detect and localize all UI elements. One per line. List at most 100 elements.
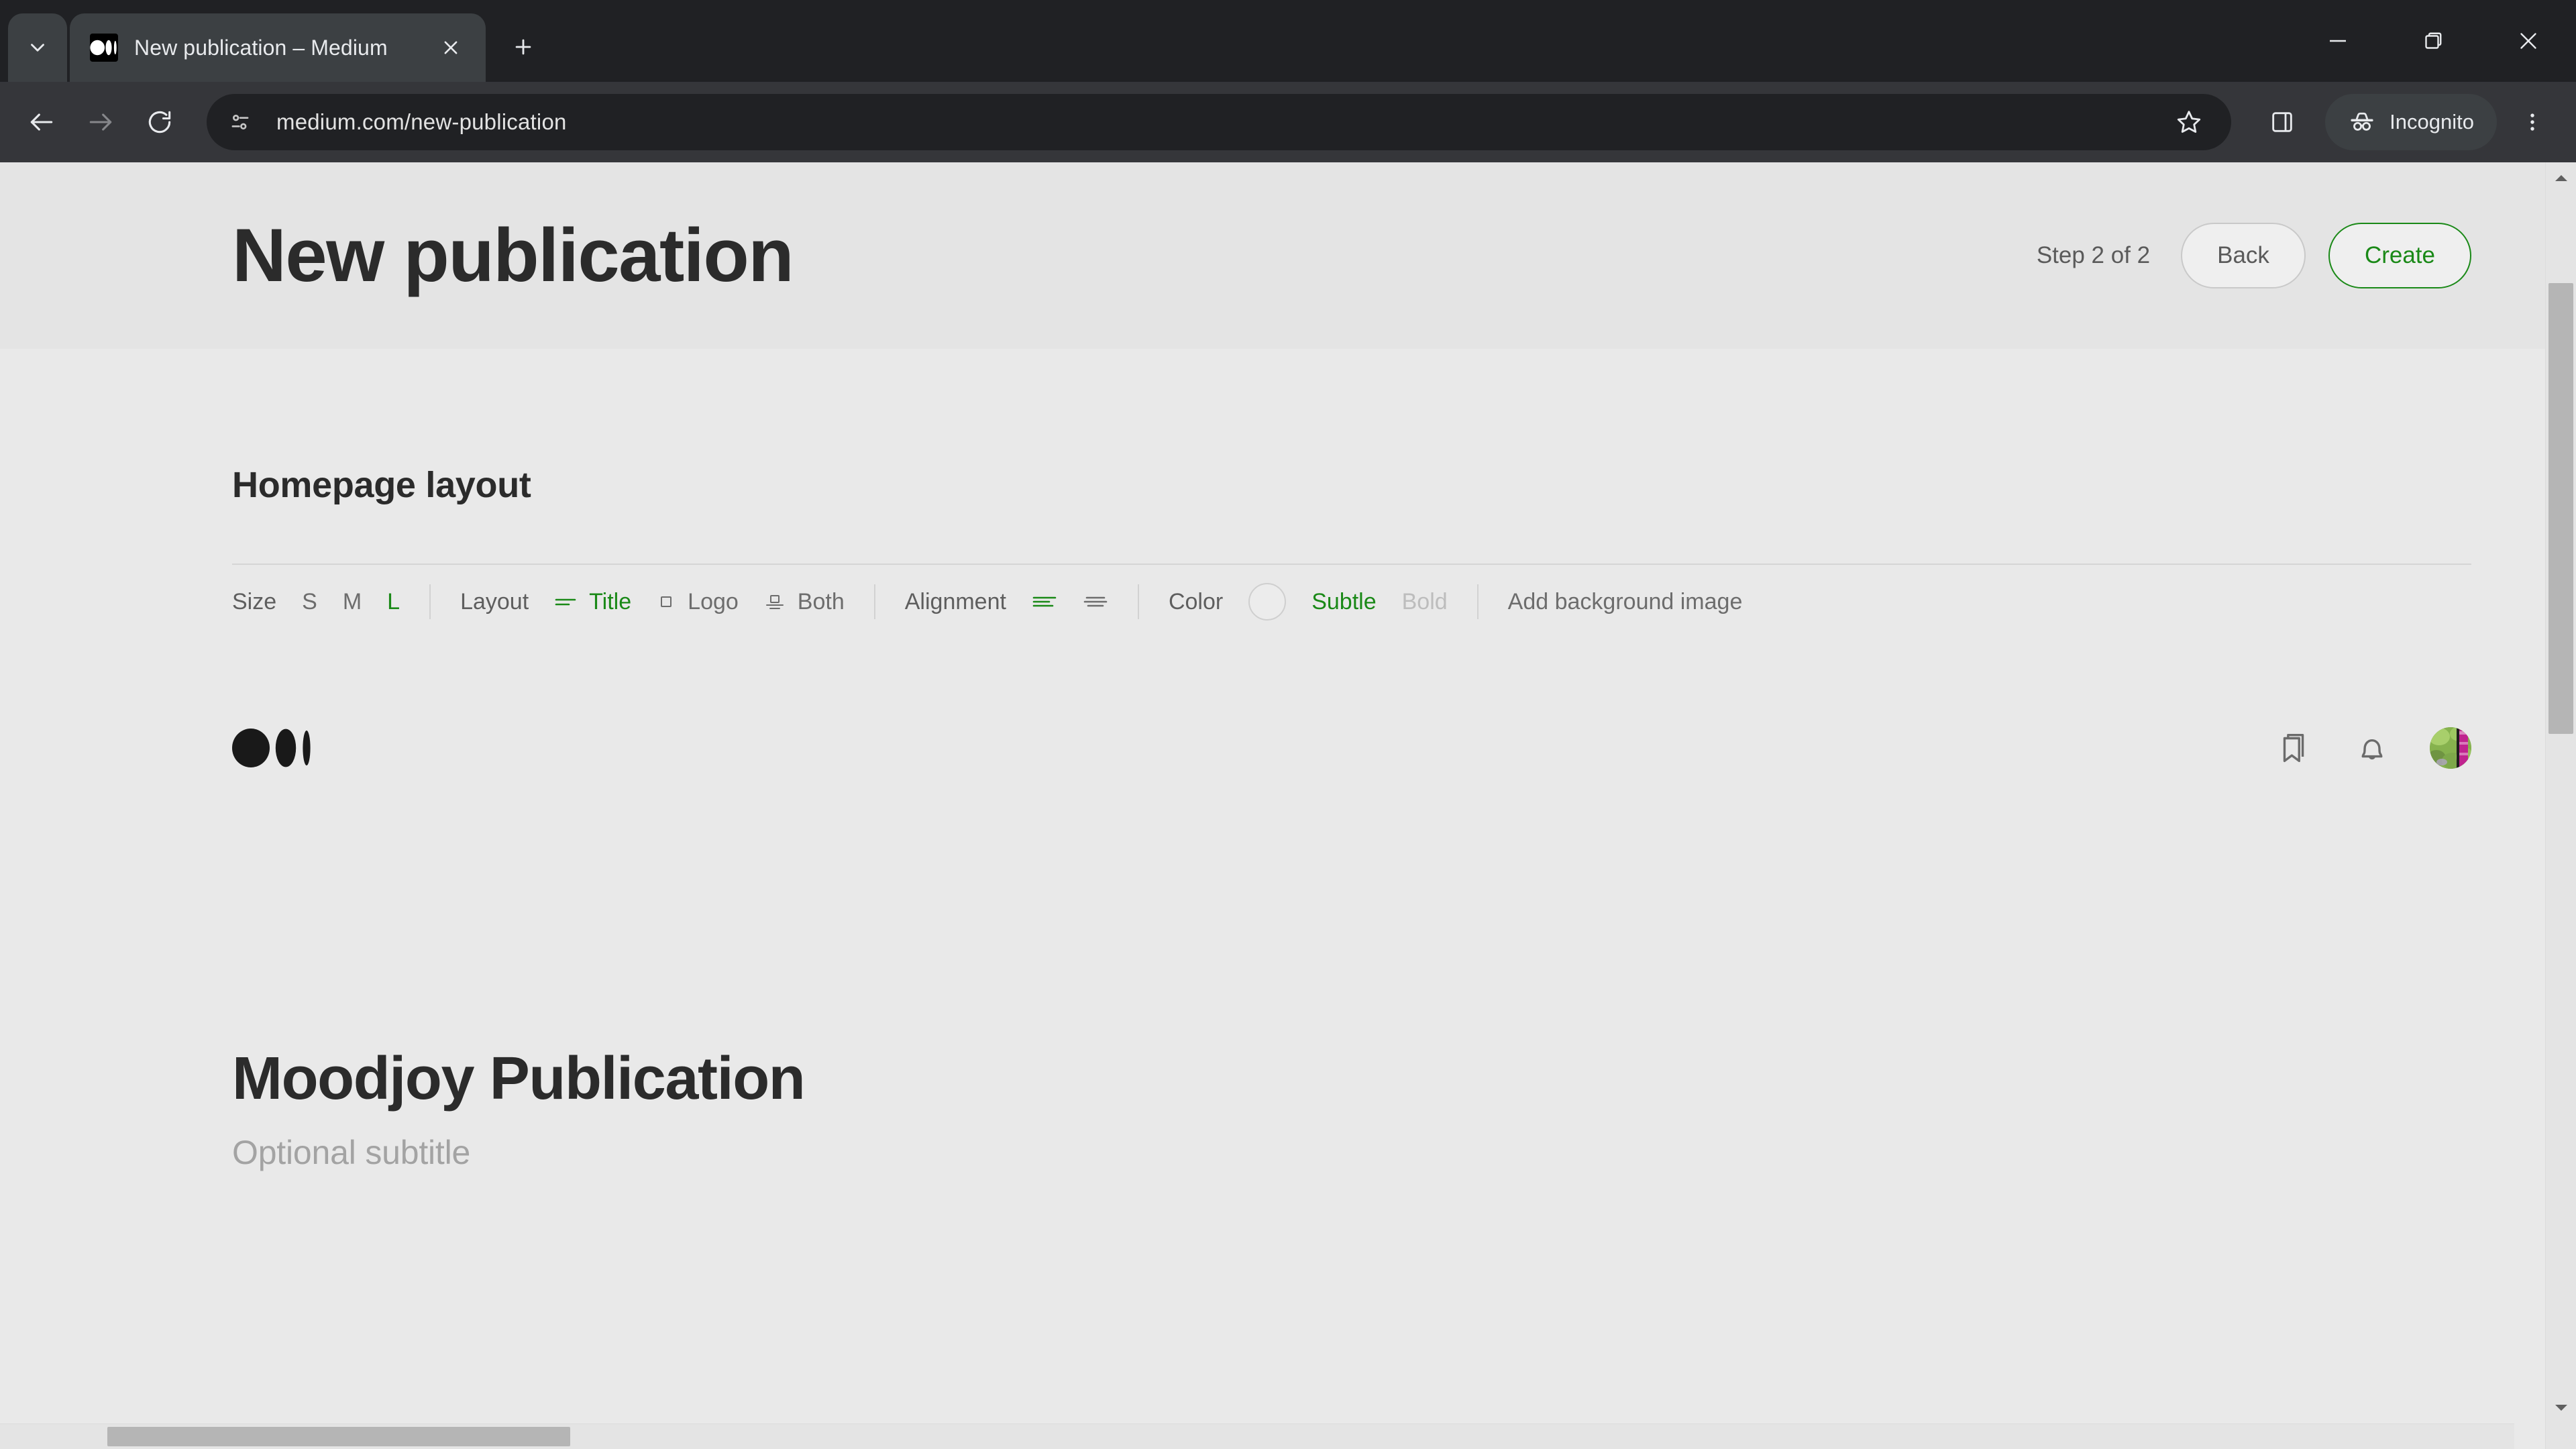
bookmark-lists-icon[interactable]: [2274, 728, 2314, 768]
size-option-m[interactable]: M: [343, 589, 362, 615]
medium-logo-icon: [232, 727, 323, 769]
section-title: Homepage layout: [232, 465, 531, 505]
logo-square-icon: [657, 593, 676, 610]
bookmark-star-button[interactable]: [2164, 97, 2214, 147]
step-indicator: Step 2 of 2: [2036, 242, 2151, 268]
tab-strip: New publication – Medium: [0, 0, 2576, 82]
back-button[interactable]: Back: [2181, 223, 2306, 288]
alignment-option-left[interactable]: [1032, 593, 1057, 610]
page-title: New publication: [232, 213, 794, 297]
arrow-left-icon: [30, 113, 53, 131]
toolbar-separator: [429, 584, 431, 619]
page-content: Homepage layout Size S M L Layout Title …: [0, 349, 2545, 1449]
browser-tab[interactable]: New publication – Medium: [70, 13, 486, 82]
alignment-option-center[interactable]: [1083, 593, 1108, 610]
size-label: Size: [232, 588, 277, 614]
alignment-label: Alignment: [904, 588, 1006, 614]
color-label: Color: [1168, 588, 1224, 614]
page-viewport: New publication Step 2 of 2 Back Create …: [0, 162, 2576, 1449]
browser-window: New publication – Medium medium.com/new-…: [0, 0, 2576, 1449]
toolbar-separator: [1137, 584, 1139, 619]
chevron-down-icon: [31, 44, 44, 52]
align-center-glyph: [1083, 596, 1108, 607]
url-text: medium.com/new-publication: [276, 109, 567, 134]
header-actions: Step 2 of 2 Back Create: [2037, 223, 2471, 288]
bell-glyph: [2361, 739, 2383, 760]
title-lines-glyph: [555, 598, 576, 606]
tab-title: New publication – Medium: [134, 35, 388, 60]
color-option-bold[interactable]: Bold: [1402, 589, 1448, 615]
homepage-layout-toolbar: Size S M L Layout Title Logo Both Alignm…: [232, 565, 2471, 639]
layout-label: Layout: [460, 588, 529, 614]
window-controls: [2290, 0, 2576, 82]
size-option-s[interactable]: S: [302, 589, 317, 615]
vertical-scrollbar-thumb[interactable]: [2548, 283, 2573, 734]
incognito-label: Incognito: [2390, 110, 2474, 133]
scroll-down-button[interactable]: [2546, 1393, 2576, 1424]
reload-icon: [148, 111, 171, 133]
page-settings-icon: [231, 114, 249, 130]
horizontal-scrollbar[interactable]: [0, 1424, 2514, 1449]
avatar-image: [2430, 727, 2471, 769]
incognito-indicator[interactable]: Incognito: [2325, 94, 2497, 150]
title-lines-icon: [554, 594, 577, 609]
bookmark-lists-glyph: [2283, 733, 2304, 763]
browser-menu-button[interactable]: [2506, 96, 2559, 148]
plus-icon: [515, 39, 531, 55]
window-maximize-button[interactable]: [2385, 0, 2481, 82]
medium-logo-glyph: [232, 729, 311, 767]
new-tab-button[interactable]: [498, 21, 549, 72]
logo-square-glyph: [661, 596, 672, 607]
minimize-icon: [2330, 40, 2346, 42]
size-option-l[interactable]: L: [387, 589, 400, 615]
scroll-up-arrow-icon: [2555, 175, 2567, 181]
back-button[interactable]: [12, 93, 71, 152]
both-glyph: [765, 595, 784, 609]
tab-search-button[interactable]: [8, 13, 67, 82]
preview-header-icons: [2274, 727, 2471, 769]
create-button[interactable]: Create: [2328, 223, 2471, 288]
window-minimize-button[interactable]: [2290, 0, 2385, 82]
medium-favicon-glyph: [90, 40, 117, 56]
align-center-icon: [1083, 593, 1108, 610]
publication-title-input[interactable]: Moodjoy Publication: [232, 1046, 2471, 1112]
color-option-subtle[interactable]: Subtle: [1311, 589, 1376, 615]
layout-option-logo-label: Logo: [688, 588, 739, 614]
address-bar[interactable]: medium.com/new-publication: [207, 94, 2232, 150]
vertical-scrollbar[interactable]: [2545, 162, 2576, 1449]
align-left-icon: [1032, 593, 1057, 610]
layout-option-title[interactable]: Title: [554, 589, 631, 615]
color-swatch-button[interactable]: [1248, 583, 1287, 621]
side-panel-button[interactable]: [2255, 95, 2309, 149]
window-close-button[interactable]: [2481, 0, 2576, 82]
web-page: New publication Step 2 of 2 Back Create …: [0, 162, 2545, 1449]
close-icon: [2520, 33, 2536, 49]
arrow-right-icon: [89, 113, 112, 131]
browser-toolbar: medium.com/new-publication Incognito: [0, 82, 2576, 162]
three-dots-vertical-icon: [2530, 113, 2534, 131]
reload-button[interactable]: [130, 93, 189, 152]
both-icon: [764, 593, 786, 610]
layout-option-title-label: Title: [589, 588, 632, 614]
close-icon: [444, 41, 458, 54]
layout-option-both[interactable]: Both: [764, 589, 845, 615]
bell-notifications-icon[interactable]: [2352, 728, 2392, 768]
omnibox-actions: [2164, 97, 2214, 147]
layout-option-logo[interactable]: Logo: [657, 589, 739, 615]
horizontal-scrollbar-thumb[interactable]: [107, 1427, 570, 1446]
scroll-down-arrow-icon: [2555, 1405, 2567, 1411]
forward-button[interactable]: [71, 93, 130, 152]
add-background-image-button[interactable]: Add background image: [1508, 589, 1743, 615]
incognito-icon: [2351, 112, 2373, 131]
medium-logo-icon: [90, 34, 118, 62]
publication-preview-header: [232, 718, 2471, 778]
tab-close-button[interactable]: [433, 30, 468, 65]
user-avatar[interactable]: [2430, 727, 2471, 769]
layout-option-both-label: Both: [797, 588, 845, 614]
scroll-up-button[interactable]: [2546, 162, 2576, 193]
side-panel-icon: [2272, 112, 2292, 132]
toolbar-separator: [873, 584, 875, 619]
publication-subtitle-input[interactable]: Optional subtitle: [232, 1133, 2471, 1172]
site-info-button[interactable]: [219, 101, 262, 144]
align-left-glyph: [1032, 596, 1057, 607]
